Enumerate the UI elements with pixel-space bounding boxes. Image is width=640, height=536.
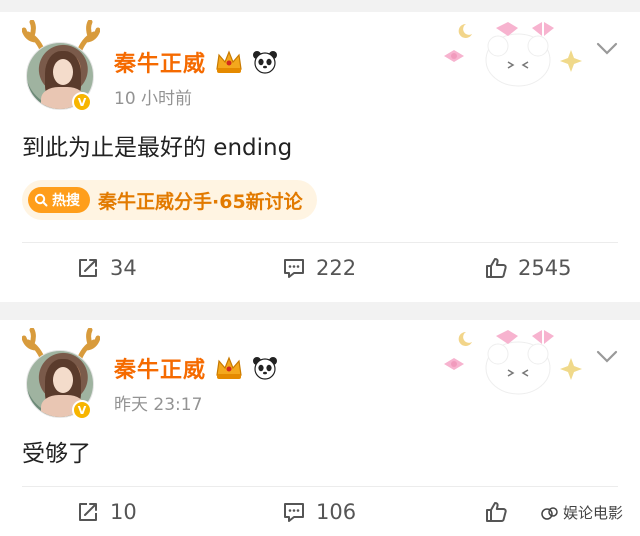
comment-button[interactable]: 222 bbox=[282, 256, 356, 280]
search-icon bbox=[34, 193, 48, 207]
verified-icon: V bbox=[72, 92, 92, 112]
panda-icon bbox=[253, 357, 278, 380]
watermark: 娱论电影 bbox=[537, 501, 626, 524]
repost-button[interactable]: 10 bbox=[76, 500, 137, 524]
comment-button[interactable]: 106 bbox=[282, 500, 356, 524]
comment-icon bbox=[284, 259, 304, 278]
like-count: 2545 bbox=[518, 256, 572, 280]
post-time: 10 小时前 bbox=[114, 89, 193, 109]
comment-count: 222 bbox=[316, 256, 357, 280]
card-decoration bbox=[444, 22, 582, 87]
weibo-feed: V 秦牛正威 10 小时前 到此为止是最好的 ending 热搜 秦牛正威分手·… bbox=[0, 0, 640, 536]
divider bbox=[22, 242, 618, 243]
hot-topic-text: 秦牛正威分手·65新讨论 bbox=[98, 190, 303, 213]
repost-icon bbox=[79, 503, 97, 521]
verified-icon: V bbox=[72, 400, 92, 420]
like-icon bbox=[486, 502, 507, 522]
crown-icon bbox=[216, 356, 242, 379]
post-card: V 秦牛正威 10 小时前 到此为止是最好的 ending 热搜 秦牛正威分手·… bbox=[0, 12, 640, 302]
avatar[interactable]: V bbox=[22, 328, 100, 420]
hot-badge-label: 热搜 bbox=[52, 193, 80, 209]
like-button[interactable]: 2545 bbox=[484, 256, 571, 280]
divider bbox=[22, 486, 618, 487]
username[interactable]: 秦牛正威 bbox=[114, 46, 206, 78]
crown-icon bbox=[216, 50, 242, 73]
card-decoration bbox=[444, 330, 582, 395]
post-card: V 秦牛正威 昨天 23:17 受够了 10 106 娱论电影 bbox=[0, 320, 640, 536]
post-text: 受够了 bbox=[22, 441, 91, 467]
repost-button[interactable]: 34 bbox=[76, 256, 137, 280]
chevron-down-icon[interactable] bbox=[596, 350, 618, 364]
weibo-logo-icon bbox=[541, 506, 558, 520]
avatar[interactable]: V bbox=[22, 20, 100, 112]
like-button[interactable] bbox=[484, 500, 518, 524]
hot-search-badge: 热搜 bbox=[28, 187, 90, 213]
post-time: 昨天 23:17 bbox=[114, 395, 203, 415]
comment-icon bbox=[284, 503, 304, 522]
username[interactable]: 秦牛正威 bbox=[114, 352, 206, 384]
chevron-down-icon[interactable] bbox=[596, 42, 618, 56]
watermark-text: 娱论电影 bbox=[562, 504, 623, 522]
repost-icon bbox=[79, 259, 97, 277]
repost-count: 34 bbox=[110, 256, 137, 280]
post-text: 到此为止是最好的 ending bbox=[22, 135, 293, 161]
hot-search-tag[interactable]: 热搜 秦牛正威分手·65新讨论 bbox=[22, 180, 317, 220]
like-icon bbox=[486, 258, 507, 278]
comment-count: 106 bbox=[316, 500, 357, 524]
panda-icon bbox=[253, 51, 278, 74]
repost-count: 10 bbox=[110, 500, 137, 524]
